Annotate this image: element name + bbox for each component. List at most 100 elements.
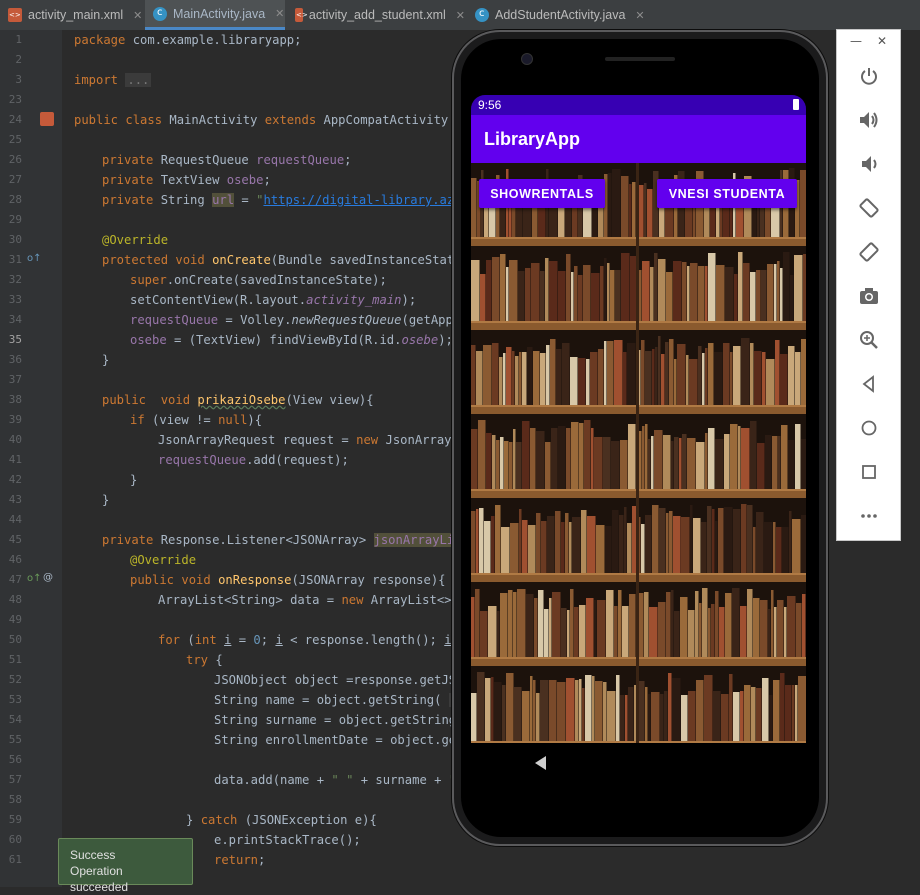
line-number: 30 [8,233,22,246]
line-number: 45 [8,533,22,546]
line-number: 48 [8,593,22,606]
overview-icon[interactable] [857,460,881,484]
code-line: public void prikaziOsebe(View view){ [102,393,374,407]
line-number: 2 [15,53,22,66]
line-number: 53 [8,693,22,706]
line-number: 26 [8,153,22,166]
code-line: } [102,493,110,507]
code-line: private RequestQueue requestQueue; [102,153,352,167]
zoom-icon[interactable] [857,328,881,352]
notification-title: Success [70,848,116,862]
line-number: 43 [8,493,22,506]
editor-tab-bar: activity_main.xml ✕ MainActivity.java ✕ … [0,0,920,31]
line-number: 56 [8,753,22,766]
app-title: LibraryApp [484,129,581,149]
code-line: requestQueue.add(request); [158,453,349,467]
camera-icon[interactable] [857,284,881,308]
power-icon[interactable] [857,64,881,88]
status-time: 9:56 [478,98,502,112]
override-marker-icon[interactable]: o↑ [27,253,42,264]
code-line: requestQueue = Volley.newRequestQueue(ge… [130,313,468,327]
line-number: 31 [8,253,22,266]
line-number: 44 [8,513,22,526]
close-tab-icon[interactable]: ✕ [275,7,284,20]
code-line: private Response.Listener<JSONArray> jso… [102,533,469,547]
tab-activity-main-xml[interactable]: activity_main.xml ✕ [0,0,143,30]
code-line: private TextView osebe; [102,173,271,187]
xml-file-icon [8,8,22,22]
code-line: String enrollmentDate = object.get [214,733,464,747]
app-content: SHOWRENTALS VNESI STUDENTA [471,163,806,743]
line-number: 34 [8,313,22,326]
line-number: 50 [8,633,22,646]
tab-label: MainActivity.java [173,6,266,21]
line-number: 41 [8,453,22,466]
code-line: if (view != null){ [130,413,263,427]
line-number: 54 [8,713,22,726]
line-number: 46 [8,553,22,566]
java-class-icon [153,6,167,21]
line-number: 1 [15,33,22,46]
line-number: 60 [8,833,22,846]
minimize-icon[interactable]: — [850,34,862,48]
xml-file-icon [295,8,308,22]
code-line: public class MainActivity extends AppCom… [74,113,463,127]
tab-add-student-activity-java[interactable]: AddStudentActivity.java ✕ [467,0,647,30]
battery-icon [793,99,799,110]
line-number: 57 [8,773,22,786]
close-icon[interactable]: ✕ [877,34,887,48]
volume-up-icon[interactable] [857,108,881,132]
line-number: 3 [15,73,22,86]
code-line: JSONObject object =response.getJSO [214,673,464,687]
line-number: 47 [8,573,22,586]
code-line: JsonArrayRequest request = new JsonArray… [158,433,467,447]
code-line: e.printStackTrace(); [214,833,361,847]
code-line: @Override [102,233,169,247]
volume-down-icon[interactable] [857,152,881,176]
code-line: osebe = (TextView) findViewById(R.id.ose… [130,333,453,347]
tab-label: activity_main.xml [28,8,124,22]
front-camera-icon [521,53,533,65]
device-screen[interactable]: 9:56 LibraryApp SHOWRENTALS VNESI STUDEN… [471,95,806,743]
close-tab-icon[interactable]: ✕ [456,9,465,22]
home-icon[interactable] [857,416,881,440]
code-line: } [130,473,138,487]
more-icon[interactable] [857,504,881,528]
code-line: import ... [74,73,152,87]
emulator-toolbar: — ✕ [836,29,901,541]
line-number: 40 [8,433,22,446]
line-number: 61 [8,853,22,866]
code-line: ArrayList<String> data = new ArrayList<>… [158,593,467,607]
close-tab-icon[interactable]: ✕ [635,9,644,22]
code-line: setContentView(R.layout.activity_main); [130,293,417,307]
show-rentals-button[interactable]: SHOWRENTALS [479,179,605,208]
rotate-left-icon[interactable] [857,196,881,220]
override-marker-icon[interactable]: o↑ [27,573,42,584]
tab-activity-add-student-xml[interactable]: activity_add_student.xml ✕ [287,0,465,30]
java-class-icon [475,8,489,22]
app-toolbar: LibraryApp [471,115,806,163]
back-icon[interactable] [857,372,881,396]
tab-label: AddStudentActivity.java [495,8,626,22]
success-notification[interactable]: Success Operation succeeded [58,838,193,894]
code-line: package com.example.libraryapp; [74,33,302,47]
code-line: return; [214,853,266,867]
line-number: 55 [8,733,22,746]
code-line: } [102,353,110,367]
xml-layout-marker-icon[interactable] [40,112,54,126]
code-line: for (int i = 0; i < response.length(); i… [158,633,466,647]
tab-label: activity_add_student.xml [308,8,446,22]
nav-back-icon[interactable] [535,756,546,770]
line-number: 39 [8,413,22,426]
line-number: 38 [8,393,22,406]
android-status-bar: 9:56 [471,95,806,115]
rotate-right-icon[interactable] [857,240,881,264]
tab-main-activity-java[interactable]: MainActivity.java ✕ [145,0,285,30]
code-line: String surname = object.getString( [214,713,464,727]
close-tab-icon[interactable]: ✕ [133,9,142,22]
line-number: 24 [8,113,22,126]
code-line: private String url = "https://digital-li… [102,193,469,207]
line-number: 25 [8,133,22,146]
add-student-button[interactable]: VNESI STUDENTA [657,179,797,208]
line-number: 29 [8,213,22,226]
